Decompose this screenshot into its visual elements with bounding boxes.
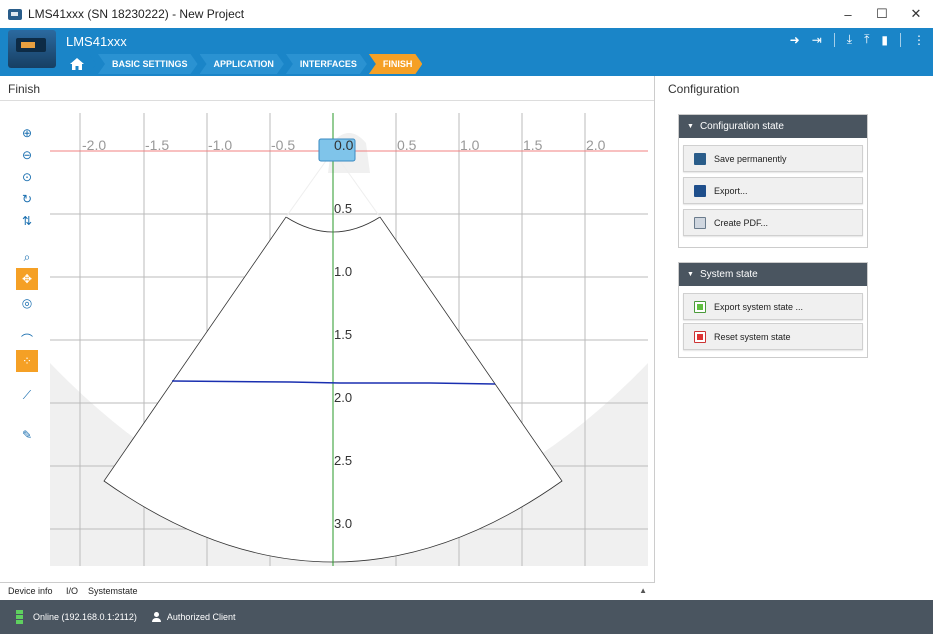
x-tick: -1.5 bbox=[145, 137, 169, 153]
step-finish[interactable]: FINISH bbox=[369, 54, 423, 74]
x-tick: -2.0 bbox=[82, 137, 106, 153]
save-permanently-button[interactable]: Save permanently bbox=[683, 145, 863, 172]
section-title: Configuration state bbox=[699, 121, 784, 132]
step-application[interactable]: APPLICATION bbox=[200, 54, 284, 74]
scan-canvas[interactable]: -2.0 -1.5 -1.0 -0.5 0.0 0.5 1.0 1.5 2.0 … bbox=[50, 113, 648, 566]
measure-icon[interactable]: ⟋ bbox=[16, 384, 38, 406]
rotate-icon[interactable]: ↻ bbox=[16, 188, 38, 210]
app-icon bbox=[8, 8, 22, 20]
close-button[interactable]: ✕ bbox=[899, 0, 933, 28]
minimize-button[interactable]: – bbox=[831, 0, 865, 28]
window-controls: – ☐ ✕ bbox=[831, 0, 933, 28]
y-tick: 1.5 bbox=[334, 327, 352, 342]
points-icon[interactable]: ⁘ bbox=[16, 350, 38, 372]
create-pdf-button[interactable]: Create PDF... bbox=[683, 209, 863, 236]
logout-icon[interactable]: ⇥ bbox=[812, 33, 822, 47]
export-button[interactable]: Export... bbox=[683, 177, 863, 204]
y-tick: 2.0 bbox=[334, 390, 352, 405]
user-icon bbox=[151, 612, 161, 622]
device-image bbox=[8, 30, 56, 68]
section-header[interactable]: ▼ System state bbox=[679, 263, 867, 286]
x-tick: -0.5 bbox=[271, 137, 295, 153]
export-icon bbox=[694, 300, 706, 313]
tab-systemstate[interactable]: Systemstate bbox=[88, 586, 138, 596]
upload-icon[interactable]: ⤒ bbox=[864, 32, 869, 47]
zoom-in-icon[interactable]: ⊕ bbox=[16, 122, 38, 144]
y-tick: 1.0 bbox=[334, 264, 352, 279]
divider bbox=[833, 32, 835, 47]
login-icon[interactable]: ➜ bbox=[790, 33, 800, 47]
header-toolbar: ➜ ⇥ ⤓ ⤒ ▮ ⋮ bbox=[790, 32, 925, 47]
collapse-icon: ▼ bbox=[687, 123, 694, 130]
panel-title: Finish bbox=[8, 82, 41, 96]
collapse-icon: ▼ bbox=[687, 271, 694, 278]
title-bar: LMS41xxx (SN 18230222) - New Project – ☐… bbox=[0, 0, 933, 28]
target-icon[interactable]: ◎ bbox=[16, 292, 38, 314]
system-state-section: ▼ System state Export system state ... R… bbox=[678, 262, 868, 358]
zoom-fit-icon[interactable]: ⊙ bbox=[16, 166, 38, 188]
expand-arrow-icon[interactable]: ▲ bbox=[639, 586, 647, 595]
section-header[interactable]: ▼ Configuration state bbox=[679, 115, 867, 138]
flip-icon[interactable]: ⇅ bbox=[16, 210, 38, 232]
x-tick: 2.0 bbox=[586, 137, 606, 153]
section-title: System state bbox=[699, 269, 758, 280]
step-basic-settings[interactable]: BASIC SETTINGS bbox=[98, 54, 198, 74]
maximize-button[interactable]: ☐ bbox=[865, 0, 899, 28]
step-interfaces[interactable]: INTERFACES bbox=[286, 54, 367, 74]
panel-title: Configuration bbox=[668, 82, 740, 96]
wrench-icon[interactable]: ✎ bbox=[16, 424, 38, 446]
device-icon[interactable]: ▮ bbox=[881, 33, 888, 47]
y-tick: 3.0 bbox=[334, 516, 352, 531]
connection-status-icon bbox=[16, 610, 23, 624]
home-icon bbox=[70, 58, 84, 70]
tab-io[interactable]: I/O bbox=[66, 586, 78, 596]
reset-icon bbox=[694, 330, 706, 343]
floppy-icon bbox=[694, 184, 706, 197]
pdf-icon bbox=[694, 216, 706, 229]
scan-view[interactable]: -2.0 -1.5 -1.0 -0.5 0.0 0.5 1.0 1.5 2.0 … bbox=[50, 113, 648, 566]
zoom-out-icon[interactable]: ⊖ bbox=[16, 144, 38, 166]
tab-device-info[interactable]: Device info bbox=[8, 586, 53, 596]
y-tick: 2.5 bbox=[334, 453, 352, 468]
divider bbox=[900, 32, 901, 47]
more-icon[interactable]: ⋮ bbox=[913, 33, 925, 47]
configuration-state-section: ▼ Configuration state Save permanently E… bbox=[678, 114, 868, 248]
export-system-state-button[interactable]: Export system state ... bbox=[683, 293, 863, 320]
configuration-panel: Configuration ▼ Configuration state Save… bbox=[656, 76, 933, 600]
user-level[interactable]: Authorized Client bbox=[167, 612, 236, 622]
shape-icon[interactable]: ⌒ bbox=[16, 328, 38, 350]
y-tick: 0.5 bbox=[334, 201, 352, 216]
connection-status: Online (192.168.0.1:2112) bbox=[33, 612, 137, 622]
bottom-tabs: Device info I/O Systemstate ▲ bbox=[0, 582, 655, 600]
x-tick: 1.5 bbox=[523, 137, 543, 153]
x-tick: 0.5 bbox=[397, 137, 417, 153]
x-tick: 1.0 bbox=[460, 137, 480, 153]
save-icon bbox=[694, 152, 706, 165]
x-tick: -1.0 bbox=[208, 137, 232, 153]
download-icon[interactable]: ⤓ bbox=[847, 32, 852, 47]
home-button[interactable] bbox=[62, 54, 96, 74]
reset-system-state-button[interactable]: Reset system state bbox=[683, 323, 863, 350]
divider bbox=[0, 100, 654, 101]
wizard-breadcrumb: BASIC SETTINGS APPLICATION INTERFACES FI… bbox=[62, 54, 424, 74]
device-name: LMS41xxx bbox=[66, 34, 127, 49]
window-title: LMS41xxx (SN 18230222) - New Project bbox=[28, 7, 245, 21]
pan-icon[interactable]: ✥ bbox=[16, 268, 38, 290]
status-bar: Online (192.168.0.1:2112) Authorized Cli… bbox=[0, 600, 933, 634]
search-icon[interactable]: ⌕ bbox=[16, 246, 38, 268]
x-tick: 0.0 bbox=[334, 137, 354, 153]
